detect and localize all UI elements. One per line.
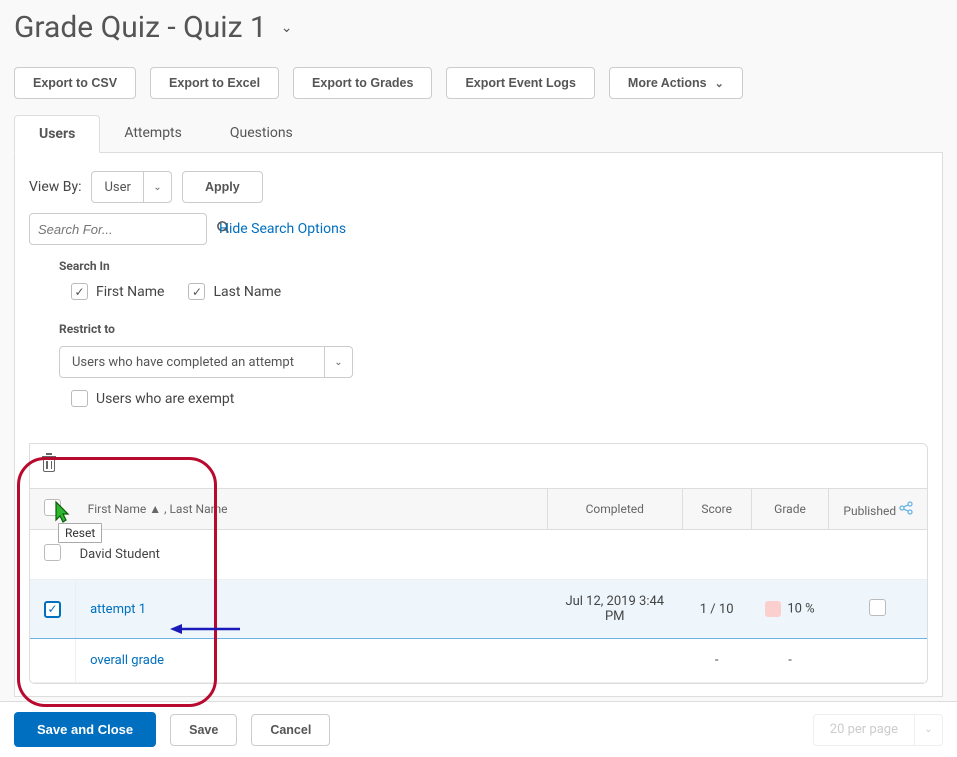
overall-check-cell (30, 639, 76, 683)
student-check-cell (30, 530, 76, 580)
overall-score: - (682, 639, 751, 683)
checkbox-checked-icon[interactable] (44, 601, 61, 618)
column-name[interactable]: First Name ▲ , Last Name (76, 489, 548, 530)
export-event-logs-label: Export Event Logs (465, 76, 575, 90)
checkbox-icon[interactable] (44, 499, 61, 516)
viewby-label: View By: (29, 179, 81, 195)
export-event-logs-button[interactable]: Export Event Logs (446, 67, 594, 99)
search-input[interactable] (38, 222, 216, 237)
attempt-published-cell (829, 580, 927, 639)
chevron-down-icon: ⌄ (324, 347, 352, 377)
student-row: David Student (30, 530, 927, 580)
overall-row: overall grade - - (30, 639, 927, 683)
column-name-label: First Name ▲ , Last Name (88, 502, 228, 516)
page-title-row: Grade Quiz - Quiz 1 ⌄ (14, 10, 943, 45)
restrict-heading: Restrict to (59, 322, 928, 336)
overall-published (829, 639, 927, 683)
viewby-row: View By: User ⌄ Apply (29, 171, 928, 203)
tab-questions[interactable]: Questions (206, 115, 317, 152)
lastname-option[interactable]: Last Name (188, 283, 281, 300)
column-score[interactable]: Score (682, 489, 751, 530)
checkbox-icon[interactable] (44, 544, 61, 561)
export-excel-button[interactable]: Export to Excel (150, 67, 279, 99)
per-page-select[interactable]: 20 per page ⌄ (813, 714, 943, 746)
attempt-completed: Jul 12, 2019 3:44 PM (547, 580, 682, 639)
chevron-down-icon: ⌄ (715, 77, 724, 90)
results-table-container: First Name ▲ , Last Name Completed Score… (29, 443, 928, 684)
attempt-score: 1 / 10 (682, 580, 751, 639)
trash-icon[interactable] (40, 454, 58, 474)
publish-icon (899, 501, 913, 515)
attempt-row: attempt 1 Jul 12, 2019 3:44 PM 1 / 10 10… (30, 580, 927, 639)
checkbox-icon[interactable] (869, 599, 886, 616)
save-button[interactable]: Save (170, 714, 237, 746)
results-table: First Name ▲ , Last Name Completed Score… (30, 488, 927, 683)
tab-users[interactable]: Users (14, 115, 100, 153)
save-label: Save (189, 723, 218, 737)
save-close-label: Save and Close (37, 722, 133, 737)
chevron-down-icon: ⌄ (143, 172, 171, 202)
overall-link[interactable]: overall grade (90, 653, 164, 668)
per-page-value: 20 per page (814, 722, 914, 737)
exempt-label: Users who are exempt (96, 391, 234, 407)
content-area: View By: User ⌄ Apply Hide Search Option… (14, 153, 943, 697)
hide-search-options-link[interactable]: Hide Search Options (219, 221, 346, 237)
lastname-label: Last Name (213, 284, 281, 300)
export-csv-button[interactable]: Export to CSV (14, 67, 136, 99)
apply-label: Apply (205, 180, 240, 194)
attempt-check-cell (30, 580, 76, 639)
checkbox-checked-icon (71, 283, 88, 300)
save-and-close-button[interactable]: Save and Close (14, 712, 156, 747)
search-box (29, 213, 207, 245)
export-grades-label: Export to Grades (312, 76, 413, 90)
exempt-option[interactable]: Users who are exempt (71, 390, 928, 407)
chevron-down-icon: ⌄ (914, 715, 942, 745)
restrict-select[interactable]: Users who have completed an attempt ⌄ (59, 346, 353, 378)
table-header-row: First Name ▲ , Last Name Completed Score… (30, 489, 927, 530)
column-grade[interactable]: Grade (751, 489, 829, 530)
grade-status-icon (765, 601, 781, 617)
cancel-label: Cancel (270, 723, 311, 737)
attempt-name-cell: attempt 1 (76, 580, 548, 639)
search-row: Hide Search Options (29, 213, 928, 245)
chevron-down-icon[interactable]: ⌄ (281, 20, 293, 36)
firstname-label: First Name (96, 284, 164, 300)
tab-attempts[interactable]: Attempts (100, 115, 206, 152)
cancel-button[interactable]: Cancel (251, 714, 330, 746)
column-published-label: Published (843, 504, 896, 518)
restrict-section: Restrict to Users who have completed an … (59, 322, 928, 407)
restrict-value: Users who have completed an attempt (60, 355, 324, 370)
toolbar: Export to CSV Export to Excel Export to … (14, 67, 943, 99)
checkbox-icon (71, 390, 88, 407)
overall-name-cell: overall grade (76, 639, 548, 683)
page-title: Grade Quiz - Quiz 1 (14, 10, 267, 45)
export-csv-label: Export to CSV (33, 76, 117, 90)
search-in-checks: First Name Last Name (71, 283, 928, 300)
search-in-section: Search In First Name Last Name (59, 259, 928, 300)
search-in-heading: Search In (59, 259, 928, 273)
attempt-grade-value: 10 % (787, 601, 814, 616)
firstname-option[interactable]: First Name (71, 283, 164, 300)
apply-button[interactable]: Apply (182, 171, 263, 203)
column-completed[interactable]: Completed (547, 489, 682, 530)
attempt-grade: 10 % (751, 580, 829, 639)
checkbox-checked-icon (188, 283, 205, 300)
viewby-select[interactable]: User ⌄ (91, 171, 171, 203)
footer: Save and Close Save Cancel 20 per page ⌄ (0, 701, 957, 757)
export-grades-button[interactable]: Export to Grades (293, 67, 432, 99)
export-excel-label: Export to Excel (169, 76, 260, 90)
page-root: Grade Quiz - Quiz 1 ⌄ Export to CSV Expo… (0, 0, 957, 707)
overall-grade: - (751, 639, 829, 683)
column-published[interactable]: Published (829, 489, 927, 530)
viewby-value: User (92, 180, 142, 195)
table-actions-row (30, 444, 927, 488)
overall-completed (547, 639, 682, 683)
select-all-header (30, 489, 76, 530)
student-name: David Student (76, 530, 927, 580)
more-actions-label: More Actions (628, 76, 707, 90)
more-actions-button[interactable]: More Actions ⌄ (609, 67, 743, 99)
tab-bar: Users Attempts Questions (14, 115, 943, 153)
attempt-link[interactable]: attempt 1 (90, 602, 146, 617)
